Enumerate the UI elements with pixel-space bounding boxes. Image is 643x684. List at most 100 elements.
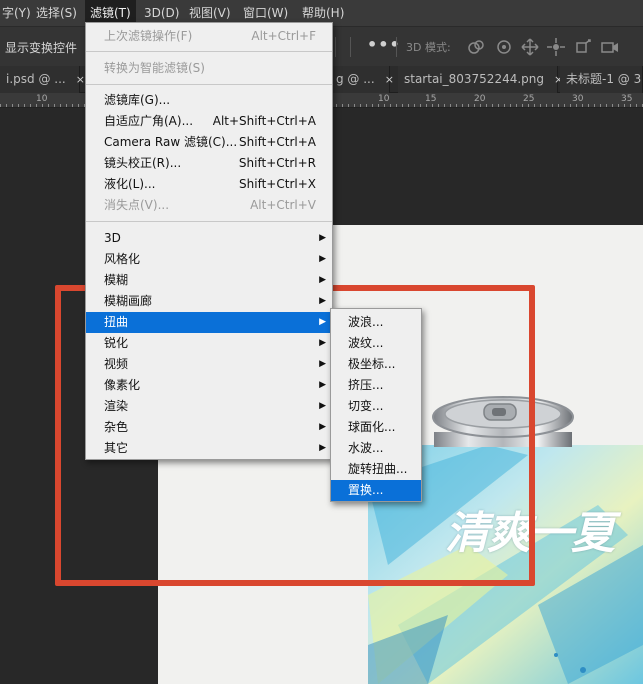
3d-orbit-icon[interactable] xyxy=(466,37,486,57)
ruler-label: 30 xyxy=(572,94,584,104)
menu-item-label: 转换为智能滤镜(S) xyxy=(104,61,205,75)
3d-scale-icon[interactable] xyxy=(573,37,593,57)
menu-item-adaptive-wide-angle[interactable]: 自适应广角(A)... Alt+Shift+Ctrl+A xyxy=(86,111,332,132)
menu-item-pixelate[interactable]: 像素化 ▶ xyxy=(86,375,332,396)
ruler-tick xyxy=(426,104,427,107)
menu-item-label: 渲染 xyxy=(104,399,129,413)
ruler-tick xyxy=(78,104,79,107)
menu-item-label: 模糊画廊 xyxy=(104,294,153,308)
menu-item-label: 像素化 xyxy=(104,378,141,392)
menu-item-label: 模糊 xyxy=(104,273,129,287)
3d-slide-icon[interactable] xyxy=(546,37,566,57)
menu-item-stylize[interactable]: 风格化 ▶ xyxy=(86,249,332,270)
ruler-tick xyxy=(564,104,565,107)
ruler-tick xyxy=(498,104,499,107)
submenu-arrow-icon: ▶ xyxy=(319,317,326,327)
menu-item-lens-correction[interactable]: 镜头校正(R)... Shift+Ctrl+R xyxy=(86,153,332,174)
menu-item-label: 锐化 xyxy=(104,336,129,350)
submenu-item-wave[interactable]: 波浪... xyxy=(331,312,421,333)
ruler-tick xyxy=(12,104,13,107)
filter-menu-dropdown: 上次滤镜操作(F) Alt+Ctrl+F 转换为智能滤镜(S) 滤镜库(G)...… xyxy=(85,22,333,460)
menu-item-filter-gallery[interactable]: 滤镜库(G)... xyxy=(86,90,332,111)
menu-item-video[interactable]: 视频 ▶ xyxy=(86,354,332,375)
menu-item-camera-raw[interactable]: Camera Raw 滤镜(C)... Shift+Ctrl+A xyxy=(86,132,332,153)
ruler-tick xyxy=(372,104,373,107)
submenu-arrow-icon: ▶ xyxy=(319,275,326,285)
submenu-item-shear[interactable]: 切变... xyxy=(331,396,421,417)
show-transform-controls-label[interactable]: 显示变换控件 xyxy=(5,39,77,56)
distort-submenu: 波浪... 波纹... 极坐标... 挤压... 切变... 球面化... 水波… xyxy=(330,308,422,502)
submenu-arrow-icon: ▶ xyxy=(319,401,326,411)
menu-item-label: 液化(L)... xyxy=(104,177,156,191)
menu-item-label: 杂色 xyxy=(104,420,129,434)
menu-item-sharpen[interactable]: 锐化 ▶ xyxy=(86,333,332,354)
ruler-tick xyxy=(618,104,619,107)
ruler-tick xyxy=(510,104,511,107)
3d-roll-icon[interactable] xyxy=(494,37,514,57)
ruler-tick xyxy=(72,104,73,107)
ruler-tick xyxy=(390,104,391,107)
submenu-item-ripple[interactable]: 波纹... xyxy=(331,333,421,354)
ruler-tick xyxy=(360,104,361,107)
ruler-tick xyxy=(36,104,37,107)
submenu-item-spherize[interactable]: 球面化... xyxy=(331,417,421,438)
ruler-tick xyxy=(516,104,517,107)
tab-startai[interactable]: startai_803752244.png × xyxy=(398,66,563,93)
3d-pan-icon[interactable] xyxy=(520,37,540,57)
menu-select[interactable]: 选择(S) xyxy=(31,0,82,26)
shortcut-label: Alt+Ctrl+V xyxy=(250,198,316,212)
ruler-tick xyxy=(366,104,367,107)
menu-item-convert-smart-filter[interactable]: 转换为智能滤镜(S) xyxy=(86,58,332,79)
ruler-tick xyxy=(606,104,607,107)
ruler-label: 10 xyxy=(36,94,48,104)
submenu-item-twirl[interactable]: 旋转扭曲... xyxy=(331,459,421,480)
menu-item-label: 滤镜库(G)... xyxy=(104,93,171,107)
ruler-tick xyxy=(600,104,601,107)
ruler-tick xyxy=(552,104,553,107)
menu-item-3d[interactable]: 3D ▶ xyxy=(86,228,332,249)
submenu-item-zigzag[interactable]: 水波... xyxy=(331,438,421,459)
menu-item-noise[interactable]: 杂色 ▶ xyxy=(86,417,332,438)
menu-item-liquify[interactable]: 液化(L)... Shift+Ctrl+X xyxy=(86,174,332,195)
divider xyxy=(396,37,397,57)
tab-image[interactable]: g @ ... × xyxy=(330,66,394,93)
ruler-tick xyxy=(30,104,31,107)
ruler-label: 25 xyxy=(523,94,535,104)
menu-item-blur-gallery[interactable]: 模糊画廊 ▶ xyxy=(86,291,332,312)
tab-untitled[interactable]: 未标题-1 @ 3 xyxy=(560,66,643,93)
ruler-tick xyxy=(570,104,571,107)
3d-mode-label: 3D 模式: xyxy=(406,41,451,54)
menu-item-label: 其它 xyxy=(104,441,129,455)
close-icon[interactable]: × xyxy=(385,73,394,86)
menu-item-label: 风格化 xyxy=(104,252,141,266)
menu-item-distort[interactable]: 扭曲 ▶ xyxy=(86,312,332,333)
submenu-item-pinch[interactable]: 挤压... xyxy=(331,375,421,396)
ruler-tick xyxy=(24,104,25,107)
menu-separator xyxy=(86,84,332,85)
menu-item-other[interactable]: 其它 ▶ xyxy=(86,438,332,459)
ruler-tick xyxy=(456,104,457,107)
menu-item-label: 3D xyxy=(104,231,121,245)
ruler-label: 20 xyxy=(474,94,486,104)
ruler-tick xyxy=(66,104,67,107)
ruler-tick xyxy=(504,104,505,107)
ruler-tick xyxy=(384,104,385,107)
ruler-tick xyxy=(468,104,469,107)
close-icon[interactable]: × xyxy=(76,73,85,86)
3d-camera-icon[interactable] xyxy=(600,37,620,57)
menu-item-label: 镜头校正(R)... xyxy=(104,156,182,170)
menu-item-vanishing-point[interactable]: 消失点(V)... Alt+Ctrl+V xyxy=(86,195,332,216)
menu-separator xyxy=(86,51,332,52)
tab-psd[interactable]: i.psd @ ... × xyxy=(0,66,85,93)
ruler-tick xyxy=(594,104,595,107)
menu-item-label: 上次滤镜操作(F) xyxy=(104,29,193,43)
submenu-item-displace[interactable]: 置换... xyxy=(331,480,421,501)
ruler-tick xyxy=(0,104,1,107)
ruler-tick xyxy=(486,104,487,107)
submenu-item-polar-coordinates[interactable]: 极坐标... xyxy=(331,354,421,375)
shortcut-label: Alt+Ctrl+F xyxy=(251,29,316,43)
menu-item-render[interactable]: 渲染 ▶ xyxy=(86,396,332,417)
menu-item-blur[interactable]: 模糊 ▶ xyxy=(86,270,332,291)
ruler-tick xyxy=(402,104,403,107)
menu-item-last-filter[interactable]: 上次滤镜操作(F) Alt+Ctrl+F xyxy=(86,26,332,47)
